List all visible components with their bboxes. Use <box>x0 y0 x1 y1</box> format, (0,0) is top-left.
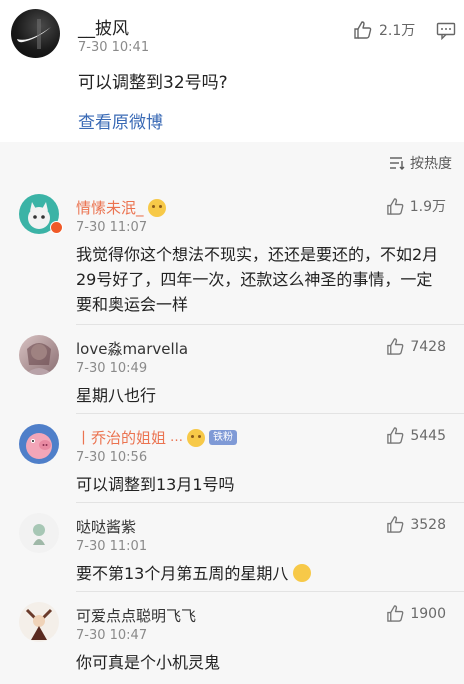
original-post: __披风 7-30 10:41 可以调整到32号吗? 查看原微博 2.1万 <box>0 0 464 142</box>
commenter-name[interactable]: love淼marvella <box>76 338 188 359</box>
commenter-name-text: 可爱点点聪明飞飞 <box>76 607 197 625</box>
comment-time: 7-30 10:47 <box>76 628 148 643</box>
comment-message-button[interactable] <box>436 22 456 44</box>
thumbs-up-icon <box>387 516 404 533</box>
ellipsis-icon: … <box>170 430 184 445</box>
commenter-avatar[interactable] <box>19 602 59 642</box>
thumbs-up-icon <box>387 338 404 355</box>
post-author-name[interactable]: __披风 <box>78 14 129 39</box>
comment-item: 情愫未泯_ 7-30 11:07 我觉得你这个想法不现实，还还是要还的，不如2月… <box>0 184 464 324</box>
sort-label: 按热度 <box>410 156 452 172</box>
commenter-name[interactable]: 哒哒酱紫 <box>76 516 136 537</box>
commenter-name-text: love淼marvella <box>76 340 189 358</box>
comment-sort-bar: 按热度 <box>0 142 464 184</box>
sort-by-hot-button[interactable]: 按热度 <box>389 153 452 173</box>
post-author-avatar[interactable] <box>11 9 60 58</box>
commenter-name[interactable]: 可爱点点聪明飞飞 <box>76 605 196 626</box>
comment-item: 哒哒酱紫 7-30 11:01 要不第13个月第五周的星期八 3528 <box>0 503 464 591</box>
comment-item: 可爱点点聪明飞飞 7-30 10:47 你可真是个小机灵鬼 1900 <box>0 592 464 684</box>
post-like-count: 2.1万 <box>379 23 416 39</box>
comment-like-count: 1.9万 <box>409 199 446 215</box>
comment-like-count: 5445 <box>410 427 446 444</box>
blush-emoji-icon <box>147 198 166 217</box>
message-icon <box>436 22 456 41</box>
comment-time: 7-30 11:01 <box>76 539 148 554</box>
view-original-post-link[interactable]: 查看原微博 <box>78 108 163 133</box>
comment-time: 7-30 10:49 <box>76 361 148 376</box>
commenter-name-text: 情愫未泯_ <box>76 199 144 217</box>
commenter-name[interactable]: 情愫未泯_ <box>76 197 166 218</box>
sort-icon <box>390 157 405 170</box>
commenter-name[interactable]: 丨乔治的姐姐 … 铁粉 <box>76 427 238 448</box>
comment-like-count: 7428 <box>410 338 446 355</box>
comment-text: 我觉得你这个想法不现实，还还是要还的，不如2月29号好了，四年一次，还款这么神圣… <box>76 245 439 314</box>
comment-text-content: 要不第13个月第五周的星期八 <box>76 564 289 583</box>
thumbs-up-icon <box>354 21 372 39</box>
commenter-avatar[interactable] <box>19 335 59 375</box>
commenter-avatar[interactable] <box>19 513 59 553</box>
comment-like-count: 3528 <box>410 516 446 533</box>
comment-like-count: 1900 <box>410 605 446 622</box>
comment-like-button[interactable]: 7428 <box>386 337 446 356</box>
commenter-avatar[interactable] <box>19 424 59 464</box>
thumbs-up-icon <box>387 605 404 622</box>
comment-item: 丨乔治的姐姐 … 铁粉 7-30 10:56 可以调整到13月1号吗 5445 <box>0 414 464 502</box>
comment-text: 要不第13个月第五周的星期八 <box>76 561 446 586</box>
smile-emoji-icon <box>293 564 312 582</box>
commenter-name-text: 哒哒酱紫 <box>76 518 137 536</box>
post-content: 可以调整到32号吗? <box>78 73 228 93</box>
thumbs-up-icon <box>386 197 404 215</box>
comment-text: 你可真是个小机灵鬼 <box>76 653 221 672</box>
blush-emoji-icon <box>187 428 206 447</box>
verified-badge-icon <box>50 221 63 234</box>
post-like-button[interactable]: 2.1万 <box>353 20 415 40</box>
commenter-name-text: 丨乔治的姐姐 <box>76 429 167 447</box>
comment-text: 可以调整到13月1号吗 <box>76 475 235 494</box>
comment-item: love淼marvella 7-30 10:49 星期八也行 7428 <box>0 325 464 413</box>
comment-like-button[interactable]: 5445 <box>386 426 446 445</box>
comment-like-button[interactable]: 1900 <box>386 604 446 623</box>
comment-like-button[interactable]: 1.9万 <box>386 196 446 216</box>
comment-text: 星期八也行 <box>76 386 157 405</box>
post-time: 7-30 10:41 <box>78 40 150 55</box>
comment-time: 7-30 10:56 <box>76 450 148 465</box>
fan-badge: 铁粉 <box>209 430 238 445</box>
comment-like-button[interactable]: 3528 <box>386 515 446 534</box>
thumbs-up-icon <box>387 427 404 444</box>
comment-time: 7-30 11:07 <box>76 220 148 235</box>
